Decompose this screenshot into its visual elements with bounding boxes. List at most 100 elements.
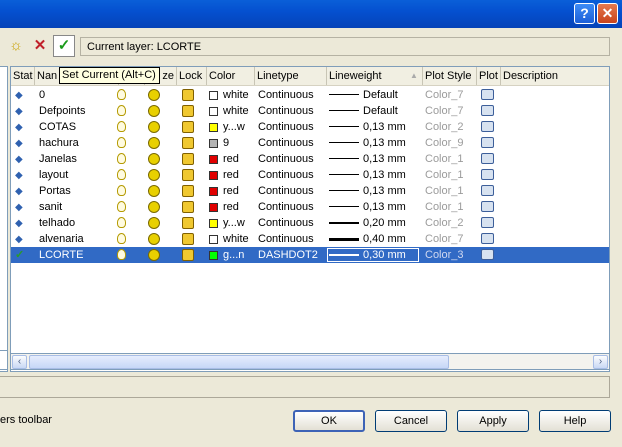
- printer-icon[interactable]: [481, 183, 497, 199]
- layer-name[interactable]: alvenaria: [39, 231, 115, 247]
- color-swatch[interactable]: [209, 123, 218, 132]
- scroll-thumb[interactable]: [29, 355, 449, 369]
- printer-icon[interactable]: [481, 135, 497, 151]
- color-swatch[interactable]: [209, 251, 218, 260]
- layer-linetype[interactable]: Continuous: [258, 103, 330, 119]
- scroll-left-icon[interactable]: ‹: [12, 355, 27, 369]
- layer-lineweight[interactable]: 0,13 mm: [363, 135, 423, 151]
- color-swatch[interactable]: [209, 107, 218, 116]
- on-bulb-icon[interactable]: [117, 135, 131, 151]
- scroll-right-icon[interactable]: ›: [593, 355, 608, 369]
- unlock-icon[interactable]: [182, 167, 200, 183]
- layer-name[interactable]: COTAS: [39, 119, 115, 135]
- layer-row[interactable]: ◆ Defpoints white Continuous Default Color_7: [11, 103, 609, 119]
- freeze-sun-icon[interactable]: [148, 135, 162, 151]
- layer-color[interactable]: red: [223, 199, 257, 215]
- color-swatch[interactable]: [209, 155, 218, 164]
- layer-list[interactable]: Stat Nan ze Lock Color Linetype Lineweig…: [10, 66, 610, 372]
- printer-icon[interactable]: [481, 103, 497, 119]
- color-swatch[interactable]: [209, 219, 218, 228]
- layer-linetype[interactable]: Continuous: [258, 167, 330, 183]
- layer-color[interactable]: y...w: [223, 119, 257, 135]
- color-swatch[interactable]: [209, 203, 218, 212]
- on-bulb-icon[interactable]: [117, 199, 131, 215]
- help-icon[interactable]: ?: [574, 3, 595, 24]
- on-bulb-icon[interactable]: [117, 167, 131, 183]
- column-plot[interactable]: Plot: [477, 67, 501, 85]
- layer-color[interactable]: white: [223, 87, 257, 103]
- layer-lineweight[interactable]: 0,20 mm: [363, 215, 423, 231]
- printer-icon[interactable]: [481, 119, 497, 135]
- layer-row[interactable]: ◆ Janelas red Continuous 0,13 mm Color_1: [11, 151, 609, 167]
- layer-name[interactable]: Defpoints: [39, 103, 115, 119]
- layer-row[interactable]: ◆ sanit red Continuous 0,13 mm Color_1: [11, 199, 609, 215]
- unlock-icon[interactable]: [182, 199, 200, 215]
- printer-icon[interactable]: [481, 87, 497, 103]
- freeze-sun-icon[interactable]: [148, 103, 162, 119]
- printer-icon[interactable]: [481, 231, 497, 247]
- new-layer-icon[interactable]: ☼: [6, 36, 26, 56]
- layer-linetype[interactable]: Continuous: [258, 151, 330, 167]
- column-lock[interactable]: Lock: [177, 67, 207, 85]
- freeze-sun-icon[interactable]: [148, 151, 162, 167]
- layer-lineweight[interactable]: Default: [363, 87, 423, 103]
- layer-color[interactable]: g...n: [223, 247, 257, 263]
- layer-lineweight[interactable]: 0,40 mm: [363, 231, 423, 247]
- horizontal-scrollbar[interactable]: ‹ ›: [10, 353, 610, 370]
- layer-row[interactable]: ◆ layout red Continuous 0,13 mm Color_1: [11, 167, 609, 183]
- layer-color[interactable]: red: [223, 183, 257, 199]
- layer-color[interactable]: red: [223, 167, 257, 183]
- layer-color[interactable]: red: [223, 151, 257, 167]
- color-swatch[interactable]: [209, 187, 218, 196]
- layer-color[interactable]: y...w: [223, 215, 257, 231]
- color-swatch[interactable]: [209, 235, 218, 244]
- color-swatch[interactable]: [209, 91, 218, 100]
- unlock-icon[interactable]: [182, 135, 200, 151]
- column-linetype[interactable]: Linetype: [255, 67, 327, 85]
- layer-row[interactable]: ◆ COTAS y...w Continuous 0,13 mm Color_2: [11, 119, 609, 135]
- layer-name[interactable]: LCORTE: [39, 247, 115, 263]
- freeze-sun-icon[interactable]: [148, 183, 162, 199]
- color-swatch[interactable]: [209, 171, 218, 180]
- on-bulb-icon[interactable]: [117, 231, 131, 247]
- layer-lineweight[interactable]: Default: [363, 103, 423, 119]
- layer-linetype[interactable]: Continuous: [258, 215, 330, 231]
- unlock-icon[interactable]: [182, 215, 200, 231]
- layer-name[interactable]: layout: [39, 167, 115, 183]
- unlock-icon[interactable]: [182, 151, 200, 167]
- layer-linetype[interactable]: Continuous: [258, 199, 330, 215]
- on-bulb-icon[interactable]: [117, 183, 131, 199]
- layer-color[interactable]: white: [223, 231, 257, 247]
- help-button[interactable]: Help: [539, 410, 611, 432]
- on-bulb-icon[interactable]: [117, 151, 131, 167]
- freeze-sun-icon[interactable]: [148, 87, 162, 103]
- printer-icon[interactable]: [481, 215, 497, 231]
- layer-lineweight[interactable]: 0,13 mm: [363, 199, 423, 215]
- layer-linetype[interactable]: DASHDOT2: [258, 247, 330, 263]
- cancel-button[interactable]: Cancel: [375, 410, 447, 432]
- freeze-sun-icon[interactable]: [148, 119, 162, 135]
- column-lineweight[interactable]: Lineweight: [327, 67, 423, 85]
- layer-lineweight[interactable]: 0,13 mm: [363, 151, 423, 167]
- layer-lineweight[interactable]: 0,13 mm: [363, 119, 423, 135]
- layer-color[interactable]: 9: [223, 135, 257, 151]
- apply-button[interactable]: Apply: [457, 410, 529, 432]
- layer-linetype[interactable]: Continuous: [258, 87, 330, 103]
- layer-linetype[interactable]: Continuous: [258, 183, 330, 199]
- unlock-icon[interactable]: [182, 183, 200, 199]
- unlock-icon[interactable]: [182, 231, 200, 247]
- unlock-icon[interactable]: [182, 247, 200, 263]
- layer-row[interactable]: ◆ Portas red Continuous 0,13 mm Color_1: [11, 183, 609, 199]
- layer-linetype[interactable]: Continuous: [258, 231, 330, 247]
- on-bulb-icon[interactable]: [117, 87, 131, 103]
- set-current-icon[interactable]: ✓: [53, 35, 75, 57]
- printer-icon[interactable]: [481, 167, 497, 183]
- freeze-sun-icon[interactable]: [148, 215, 162, 231]
- layer-color[interactable]: white: [223, 103, 257, 119]
- unlock-icon[interactable]: [182, 103, 200, 119]
- color-swatch[interactable]: [209, 139, 218, 148]
- layer-lineweight[interactable]: 0,13 mm: [363, 183, 423, 199]
- layer-row[interactable]: ◆ 0 white Continuous Default Color_7: [11, 87, 609, 103]
- column-status[interactable]: Stat: [11, 67, 35, 85]
- delete-layer-icon[interactable]: ✕: [30, 36, 50, 56]
